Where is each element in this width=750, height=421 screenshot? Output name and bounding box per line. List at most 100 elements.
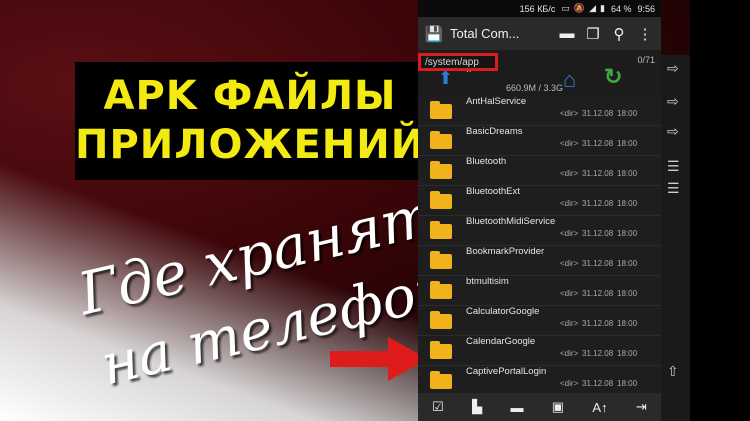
file-row[interactable]: BasicDreams <dir> 31.12.08 18:00: [418, 126, 661, 156]
sim-icon: ▭: [561, 3, 570, 13]
file-name: BluetoothExt: [466, 186, 520, 197]
file-time: 18:00: [617, 319, 638, 328]
file-date: 31.12.08: [582, 199, 614, 208]
refresh-icon[interactable]: ↻: [604, 64, 622, 90]
save-icon[interactable]: 💾: [424, 25, 444, 43]
network-speed: 156 КБ/с: [519, 3, 556, 14]
copy-icon[interactable]: ❐: [583, 25, 603, 43]
file-time: 18:00: [617, 379, 638, 388]
file-row[interactable]: CalendarGoogle <dir> 31.12.08 18:00: [418, 336, 661, 366]
archive-icon[interactable]: ▣: [552, 399, 564, 415]
file-name: AntHalService: [466, 96, 527, 107]
file-name: BasicDreams: [466, 126, 523, 137]
file-date: 31.12.08: [582, 229, 614, 238]
file-date: 31.12.08: [582, 169, 614, 178]
file-name: BluetoothMidiService: [466, 216, 556, 227]
file-date: 31.12.08: [582, 289, 614, 298]
home-icon[interactable]: ⌂: [563, 67, 576, 93]
path-bar: /system/app 0/71 ⬆ .. 660.9M / 3.3G ⌂ ↻: [418, 50, 661, 96]
file-name: Bluetooth: [466, 156, 507, 167]
side-controls: ⇨ ⇨ ⇨ ☰ ☰ ⇧: [661, 55, 690, 421]
file-date: 31.12.08: [582, 139, 614, 148]
move-icon[interactable]: ⇥: [636, 399, 647, 415]
new-folder-icon[interactable]: ▬: [510, 400, 523, 415]
file-name: btmultisim: [466, 276, 509, 287]
copy-right-icon[interactable]: ⇨: [667, 60, 679, 77]
file-date: 31.12.08: [582, 259, 614, 268]
file-date: 31.12.08: [582, 109, 614, 118]
signal-icon: ◢: [589, 3, 596, 13]
file-type: <dir>: [560, 289, 579, 298]
sort-icon[interactable]: A↑: [592, 400, 607, 415]
background-right: [690, 0, 750, 421]
scroll-up-icon[interactable]: ⇧: [667, 363, 679, 380]
move-right-icon[interactable]: ⇨: [667, 93, 679, 110]
file-row[interactable]: AntHalService <dir> 31.12.08 18:00: [418, 96, 661, 126]
folder-icon: [430, 191, 452, 209]
file-list: AntHalService <dir> 31.12.08 18:00 BasicDrea…: [418, 96, 661, 421]
mute-icon: 🔕: [573, 3, 586, 13]
folder-icon: [430, 221, 452, 239]
up-arrow-icon[interactable]: ⬆: [438, 68, 453, 89]
parent-dir[interactable]: ..: [466, 64, 472, 75]
headline-line-2: ПРИЛОЖЕНИЙ: [75, 122, 426, 168]
file-type: <dir>: [560, 349, 579, 358]
file-type: <dir>: [560, 109, 579, 118]
app-title: Total Com...: [450, 26, 520, 41]
file-date: 31.12.08: [582, 319, 614, 328]
file-time: 18:00: [617, 349, 638, 358]
app-bar: 💾 Total Com... ▬ ❐ ⚲ ⋮: [418, 17, 661, 50]
file-type: <dir>: [560, 139, 579, 148]
current-path[interactable]: /system/app: [418, 53, 498, 71]
sync-icon[interactable]: ☰: [667, 180, 680, 197]
folder-icon: [430, 371, 452, 389]
folder-icon: [430, 311, 452, 329]
file-name: BookmarkProvider: [466, 246, 545, 257]
file-row[interactable]: btmultisim <dir> 31.12.08 18:00: [418, 276, 661, 306]
folder-icon: [430, 131, 452, 149]
file-time: 18:00: [617, 289, 638, 298]
file-time: 18:00: [617, 169, 638, 178]
new-file-icon[interactable]: ▙: [472, 399, 482, 415]
file-type: <dir>: [560, 169, 579, 178]
folder-icon: [430, 251, 452, 269]
file-row[interactable]: BookmarkProvider <dir> 31.12.08 18:00: [418, 246, 661, 276]
file-time: 18:00: [617, 139, 638, 148]
file-type: <dir>: [560, 319, 579, 328]
equal-icon[interactable]: ☰: [667, 158, 680, 175]
red-arrow-icon: [330, 337, 428, 381]
battery-level: 64 %: [610, 3, 632, 14]
file-row[interactable]: CaptivePortalLogin <dir> 31.12.08 18:00: [418, 366, 661, 396]
file-type: <dir>: [560, 199, 579, 208]
selection-count: 0/71: [637, 55, 655, 65]
file-row[interactable]: CalculatorGoogle <dir> 31.12.08 18:00: [418, 306, 661, 336]
transfer-right-icon[interactable]: ⇨: [667, 123, 679, 140]
folder-icon: [430, 161, 452, 179]
file-name: CaptivePortalLogin: [466, 366, 547, 377]
folder-icon: [430, 341, 452, 359]
status-bar: 156 КБ/с ▭ 🔕 ◢ ▮ 64 % 9:56: [418, 0, 661, 17]
file-row[interactable]: BluetoothExt <dir> 31.12.08 18:00: [418, 186, 661, 216]
headline-line-1: APK ФАЙЛЫ: [103, 73, 397, 119]
file-name: CalculatorGoogle: [466, 306, 540, 317]
battery-icon: ▮: [600, 3, 605, 13]
file-time: 18:00: [617, 109, 638, 118]
file-time: 18:00: [617, 199, 638, 208]
file-type: <dir>: [560, 379, 579, 388]
file-row[interactable]: Bluetooth <dir> 31.12.08 18:00: [418, 156, 661, 186]
file-row[interactable]: BluetoothMidiService <dir> 31.12.08 18:00: [418, 216, 661, 246]
bottom-toolbar: ☑ ▙ ▬ ▣ A↑ ⇥: [418, 393, 661, 421]
file-date: 31.12.08: [582, 349, 614, 358]
folder-icon: [430, 281, 452, 299]
file-name: CalendarGoogle: [466, 336, 536, 347]
file-time: 18:00: [617, 229, 638, 238]
phone-screen: 156 КБ/с ▭ 🔕 ◢ ▮ 64 % 9:56 💾 Total Com..…: [418, 0, 661, 421]
file-type: <dir>: [560, 259, 579, 268]
file-date: 31.12.08: [582, 379, 614, 388]
search-icon[interactable]: ⚲: [609, 25, 629, 43]
folder-icon[interactable]: ▬: [557, 25, 577, 42]
status-icons: ▭ 🔕 ◢ ▮: [561, 3, 605, 14]
folder-icon: [430, 101, 452, 119]
more-icon[interactable]: ⋮: [635, 25, 655, 43]
select-icon[interactable]: ☑: [432, 399, 444, 415]
